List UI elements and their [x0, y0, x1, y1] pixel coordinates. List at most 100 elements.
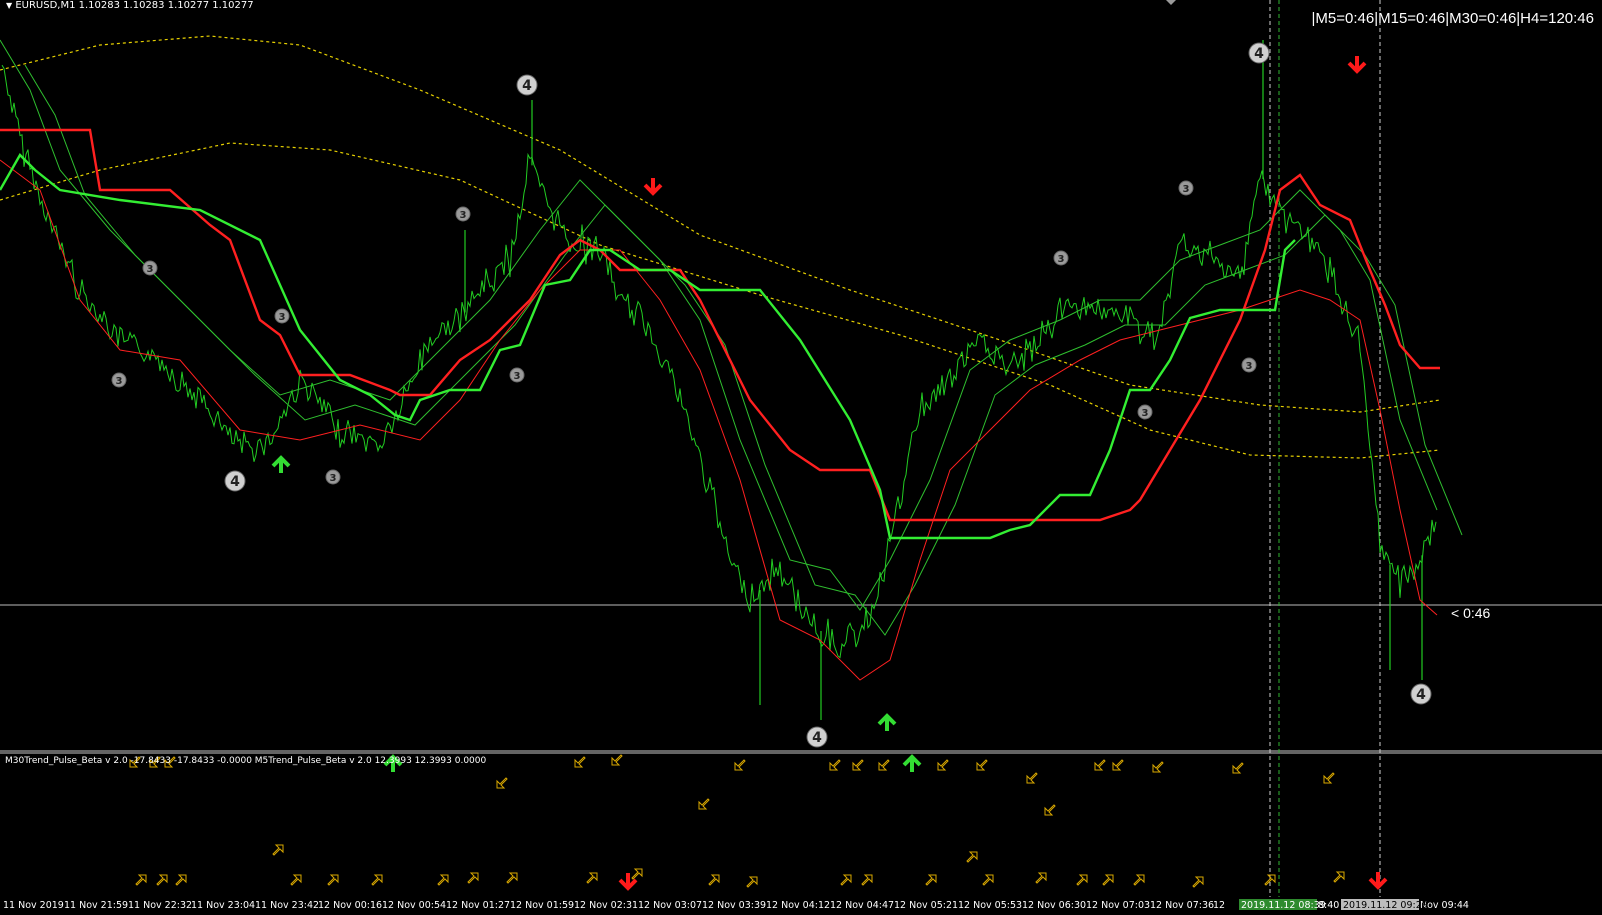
wave-badge-9: 3	[325, 469, 341, 485]
small-arrow-44	[1192, 876, 1204, 888]
small-arrow-33	[708, 874, 720, 886]
small-arrow-7	[829, 759, 841, 771]
wave-badge-label: 3	[1183, 184, 1190, 195]
time-axis-label-1: 11 Nov 2019	[3, 900, 64, 911]
small-arrow-5	[611, 754, 623, 766]
time-axis-label-12: 12 Nov 03:39	[702, 900, 766, 911]
price-timer-marker: < 0:46	[1451, 605, 1491, 621]
small-arrow-shape	[925, 874, 937, 886]
small-arrow-shape	[371, 874, 383, 886]
small-arrow-10	[937, 759, 949, 771]
small-arrow-shape	[1192, 876, 1204, 888]
small-arrow-34	[746, 876, 758, 888]
small-arrow-28	[437, 874, 449, 886]
small-arrow-19	[496, 777, 508, 789]
small-arrow-shape	[1323, 772, 1335, 784]
small-arrow-11	[976, 759, 988, 771]
wave-badge-10: 3	[455, 206, 471, 222]
wave-badge-label: 4	[230, 474, 240, 490]
ma-dotted-1	[0, 35, 1441, 413]
small-arrow-shape	[574, 756, 586, 768]
small-arrow-27	[371, 874, 383, 886]
small-arrow-shape	[976, 759, 988, 771]
small-arrow-shape	[467, 872, 479, 884]
wave-badge-5: 4	[1410, 683, 1432, 705]
wave-badge-label: 4	[812, 730, 822, 746]
wave-badge-13: 3	[1137, 404, 1153, 420]
small-arrow-35	[840, 874, 852, 886]
time-axis-label-4: 11 Nov 23:04	[191, 900, 255, 911]
time-axis-label-18: 12 Nov 07:03	[1086, 900, 1150, 911]
small-arrow-shape	[966, 851, 978, 863]
small-arrow-shape	[937, 759, 949, 771]
small-arrow-38	[966, 851, 978, 863]
up-arrow-3	[902, 754, 922, 772]
time-axis-label-5: 11 Nov 23:42	[255, 900, 319, 911]
small-arrow-shape	[1333, 871, 1345, 883]
price-series	[0, 39, 1463, 720]
indicator-header: M30Trend_Pulse_Beta v 2.0 -17.8433 -17.8…	[5, 756, 487, 766]
small-arrow-16	[1152, 761, 1164, 773]
time-axis-label-8: 12 Nov 01:27	[446, 900, 510, 911]
small-arrow-shape	[611, 754, 623, 766]
wave-badge-label: 3	[330, 473, 337, 484]
price-line	[1, 64, 1437, 659]
timer-readout: |M5=0:46|M15=0:46|M30=0:46|H4=120:46	[1311, 10, 1594, 27]
time-axis-label-7: 12 Nov 00:54	[382, 900, 446, 911]
small-arrow-shape	[156, 874, 168, 886]
up-arrow-1	[271, 455, 291, 473]
band-lines	[0, 128, 1440, 681]
small-arrow-36	[861, 874, 873, 886]
small-arrow-shape	[1133, 874, 1145, 886]
small-arrow-42	[1102, 874, 1114, 886]
small-arrow-6	[734, 759, 746, 771]
small-arrow-22	[156, 874, 168, 886]
time-axis-label-13: 12 Nov 04:12	[766, 900, 830, 911]
wave-badge-label: 3	[460, 210, 467, 221]
chart-canvas[interactable]: 444443333333333 11 Nov 2019 11 Nov 21:59 1…	[0, 0, 1602, 911]
chart-shift-marker[interactable]	[1166, 0, 1176, 5]
time-axis: 11 Nov 2019 11 Nov 21:59 11 Nov 22:3211 No…	[3, 899, 1469, 911]
wave-badge-8: 3	[274, 308, 290, 324]
small-arrow-39	[982, 874, 994, 886]
small-arrow-shape	[135, 874, 147, 886]
time-axis-label-2: 11 Nov 21:59	[64, 900, 128, 911]
time-axis-label-9: 12 Nov 01:59	[510, 900, 574, 911]
small-arrow-shape	[982, 874, 994, 886]
wave-badge-label: 3	[514, 371, 521, 382]
time-highlight-green: 2019.11.12 08:39	[1239, 899, 1326, 911]
small-arrow-shape	[1102, 874, 1114, 886]
chevron-down-icon[interactable]: ▼	[6, 1, 12, 10]
small-arrow-shape	[829, 759, 841, 771]
small-arrow-41	[1076, 874, 1088, 886]
symbol-header-text: EURUSD,M1 1.10283 1.10283 1.10277 1.1027…	[15, 0, 254, 11]
wave-badge-label: 3	[279, 312, 286, 323]
small-arrow-shape	[878, 759, 890, 771]
wave-badge-15: 3	[1241, 357, 1257, 373]
wave-badge-14: 3	[1178, 180, 1194, 196]
wave-badge-11: 3	[509, 367, 525, 383]
down-arrow-1	[643, 178, 663, 196]
wave-badge-6: 3	[142, 260, 158, 276]
down-arrow-3	[618, 873, 638, 891]
small-arrow-shape	[698, 798, 710, 810]
small-arrow-shape	[1035, 872, 1047, 884]
down-arrow-2	[1347, 56, 1367, 74]
small-arrow-shape	[734, 759, 746, 771]
wave-badge-label: 4	[1416, 687, 1426, 703]
time-axis-label-19: 12 Nov 07:36	[1150, 900, 1214, 911]
time-highlight-gray-label: 2019.11.12 09:29	[1343, 900, 1428, 911]
small-arrow-24	[272, 844, 284, 856]
small-arrow-18	[1323, 772, 1335, 784]
small-arrow-43	[1133, 874, 1145, 886]
time-axis-label-15: 12 Nov 05:21	[894, 900, 958, 911]
small-arrow-shape	[175, 874, 187, 886]
chart-window[interactable]: 444443333333333 11 Nov 2019 11 Nov 21:59 1…	[0, 0, 1602, 911]
small-arrow-12	[1026, 772, 1038, 784]
small-arrow-shape	[1076, 874, 1088, 886]
small-arrow-26	[327, 874, 339, 886]
small-arrow-shape	[631, 868, 643, 880]
down-arrow-4	[1368, 872, 1388, 890]
small-arrow-15	[1112, 759, 1124, 771]
wave-badge-label: 4	[1254, 46, 1264, 62]
